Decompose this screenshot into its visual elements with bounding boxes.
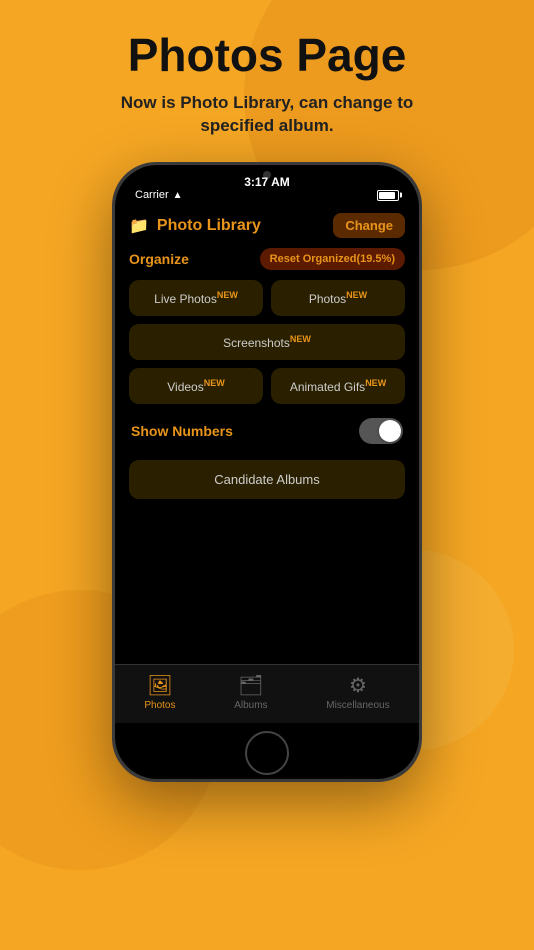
tab-bar: 🖼 Photos 🗂 Albums ⚙ Miscellaneous — [115, 664, 419, 723]
tab-albums[interactable]: 🗂 Albums — [234, 673, 267, 711]
status-bar: Carrier ▲ 3:17 AM — [115, 179, 419, 205]
tab-photos[interactable]: 🖼 Photos — [144, 673, 175, 711]
wifi-icon: ▲ — [173, 190, 183, 201]
page-title: Photos Page — [128, 30, 407, 81]
header-left: 📁 Photo Library — [129, 216, 261, 236]
phone-frame: Carrier ▲ 3:17 AM 📁 Photo Library Change — [112, 162, 422, 782]
photos-tab-icon: 🖼 — [147, 673, 172, 698]
albums-tab-label: Albums — [234, 700, 267, 711]
reset-organized-button[interactable]: Reset Organized(19.5%) — [260, 248, 405, 270]
screenshots-button[interactable]: ScreenshotsNEW — [129, 324, 405, 360]
change-button[interactable]: Change — [333, 213, 405, 238]
live-photos-row: Live PhotosNEW PhotosNEW — [129, 280, 405, 316]
phone-screen: Carrier ▲ 3:17 AM 📁 Photo Library Change — [115, 165, 419, 779]
status-time: 3:17 AM — [244, 175, 290, 189]
candidate-albums-button[interactable]: Candidate Albums — [129, 460, 405, 499]
tab-miscellaneous[interactable]: ⚙ Miscellaneous — [326, 673, 389, 711]
header-title: Photo Library — [157, 217, 261, 235]
show-numbers-row: Show Numbers — [129, 412, 405, 450]
page-subtitle: Now is Photo Library, can change to spec… — [107, 91, 427, 139]
toggle-thumb — [379, 420, 401, 442]
screen-content: Organize Reset Organized(19.5%) Live Pho… — [115, 244, 419, 664]
animated-gifs-new-badge: NEW — [365, 378, 386, 388]
videos-new-badge: NEW — [204, 378, 225, 388]
show-numbers-label: Show Numbers — [131, 423, 233, 439]
power-button — [421, 325, 422, 390]
home-button[interactable] — [245, 731, 289, 775]
live-photos-new-badge: NEW — [217, 290, 238, 300]
organize-label: Organize — [129, 251, 189, 267]
videos-button[interactable]: VideosNEW — [129, 368, 263, 404]
carrier-label: Carrier ▲ — [135, 189, 183, 201]
miscellaneous-tab-label: Miscellaneous — [326, 700, 389, 711]
albums-tab-icon: 🗂 — [238, 673, 263, 698]
folder-icon: 📁 — [129, 216, 149, 236]
vol-down-button — [112, 380, 113, 430]
miscellaneous-tab-icon: ⚙ — [349, 673, 367, 698]
vol-up-button — [112, 320, 113, 370]
show-numbers-toggle[interactable] — [359, 418, 403, 444]
animated-gifs-button[interactable]: Animated GifsNEW — [271, 368, 405, 404]
screenshots-new-badge: NEW — [290, 334, 311, 344]
photos-new-badge: NEW — [346, 290, 367, 300]
photos-button[interactable]: PhotosNEW — [271, 280, 405, 316]
organize-row: Organize Reset Organized(19.5%) — [129, 248, 405, 270]
home-button-area — [115, 723, 419, 779]
live-photos-button[interactable]: Live PhotosNEW — [129, 280, 263, 316]
videos-gifs-row: VideosNEW Animated GifsNEW — [129, 368, 405, 404]
app-header: 📁 Photo Library Change — [115, 205, 419, 244]
photos-tab-label: Photos — [144, 700, 175, 711]
battery-indicator — [377, 190, 399, 201]
